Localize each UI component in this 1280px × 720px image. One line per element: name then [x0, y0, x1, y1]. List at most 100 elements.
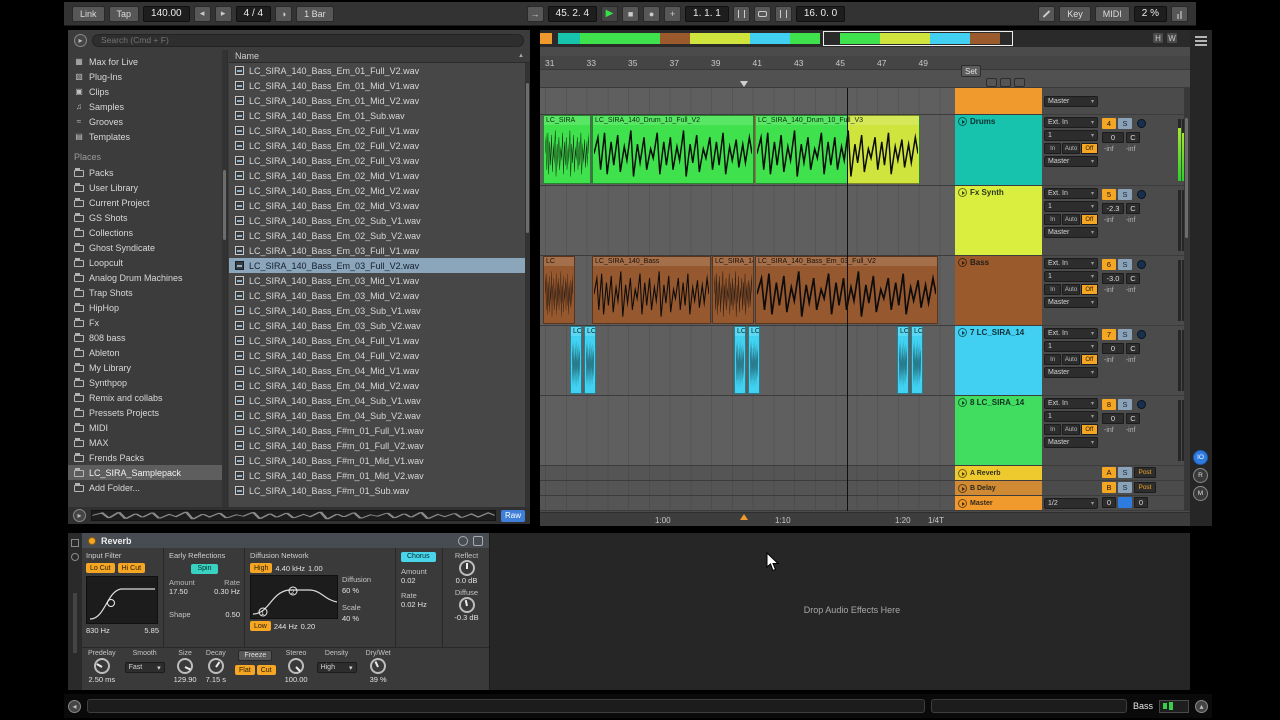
track-header[interactable]: Fx Synth [955, 186, 1042, 255]
tempo-display[interactable]: 140.00 [143, 5, 190, 22]
clip-area[interactable] [540, 396, 955, 465]
place-item[interactable]: My Library [68, 360, 227, 375]
input-filter-display[interactable] [86, 576, 158, 624]
device-title-bar[interactable]: Reverb [82, 533, 489, 548]
pan-field[interactable]: C [1126, 132, 1140, 143]
file-row[interactable]: LC_SIRA_140_Bass_Em_03_Sub_V2.wav [229, 318, 530, 333]
freeze-toggle[interactable]: Freeze [238, 650, 273, 661]
pan-field[interactable]: C [1126, 273, 1140, 284]
pre-post-toggle[interactable]: Post [1134, 482, 1156, 493]
place-item[interactable]: MAX [68, 435, 227, 450]
file-row[interactable]: LC_SIRA_140_Bass_Em_01_Mid_V1.wav [229, 78, 530, 93]
master-output-select[interactable]: 1/2 ▾ [1044, 498, 1098, 509]
output-routing-select[interactable]: Master ▾ [1044, 156, 1098, 167]
track-activator[interactable] [1137, 190, 1146, 199]
filter-freq-field[interactable]: 830 Hz [86, 626, 110, 635]
track-number-badge[interactable]: 4 [1102, 118, 1116, 129]
category-item[interactable]: ▤ Templates [68, 129, 227, 144]
audio-clip[interactable]: LC_SIRA_140_Bass [592, 256, 711, 324]
drywet-value[interactable]: 39 % [370, 675, 387, 684]
place-item[interactable]: GS Shots [68, 210, 227, 225]
file-row[interactable]: LC_SIRA_140_Bass_Em_03_Mid_V2.wav [229, 288, 530, 303]
input-channel-select[interactable]: 1 ▾ [1044, 271, 1098, 282]
input-routing-select[interactable]: Ext. In ▾ [1044, 328, 1098, 339]
pan-field[interactable]: C [1126, 343, 1140, 354]
predelay-knob[interactable] [93, 658, 110, 674]
place-item[interactable]: Packs [68, 165, 227, 180]
save-preset-icon[interactable] [473, 535, 483, 546]
scrub-area[interactable]: Set [540, 65, 1190, 88]
output-routing-select[interactable]: Master ▾ [1044, 437, 1098, 448]
decay-knob[interactable] [207, 658, 224, 674]
clip-area[interactable] [540, 496, 955, 510]
track-header[interactable]: A Reverb [955, 466, 1042, 480]
stop-button[interactable]: ■ [622, 5, 640, 22]
browser-collapse-icon[interactable]: ▸ [74, 33, 87, 47]
file-row[interactable]: LC_SIRA_140_Bass_Em_04_Full_V1.wav [229, 333, 530, 348]
volume-field[interactable]: -2.3 [1102, 203, 1124, 214]
track-number-badge[interactable]: 5 [1102, 189, 1116, 200]
input-routing-select[interactable]: Ext. In ▾ [1044, 258, 1098, 269]
track-header[interactable] [955, 88, 1042, 114]
audio-clip[interactable]: LC_SIRA [543, 115, 591, 184]
file-row[interactable]: LC_SIRA_140_Bass_Em_02_Mid_V1.wav [229, 168, 530, 183]
time-signature-display[interactable]: 4 / 4 [235, 5, 272, 22]
pan-field[interactable]: C [1126, 203, 1140, 214]
punch-in-toggle-icon[interactable] [986, 78, 997, 87]
place-item[interactable]: Current Project [68, 195, 227, 210]
output-routing-select[interactable]: Master ▾ [1044, 297, 1098, 308]
unfold-track-icon[interactable] [958, 483, 967, 493]
device-overview-icon[interactable] [71, 539, 79, 547]
place-item[interactable]: User Library [68, 180, 227, 195]
loop-marker-icon[interactable] [740, 514, 748, 520]
size-value[interactable]: 129.90 [174, 675, 197, 684]
filter-q-field[interactable]: 5.85 [144, 626, 159, 635]
file-row[interactable]: LC_SIRA_140_Bass_F#m_01_Full_V1.wav [229, 423, 530, 438]
input-channel-select[interactable]: 1 ▾ [1044, 341, 1098, 352]
track-header[interactable]: Drums [955, 115, 1042, 185]
place-item[interactable]: HipHop [68, 300, 227, 315]
file-row[interactable]: LC_SIRA_140_Bass_Em_01_Full_V2.wav [229, 63, 530, 78]
solo-button[interactable]: S [1118, 399, 1132, 410]
set-loop-button[interactable]: Set [961, 65, 981, 77]
monitor-switch[interactable]: In Auto Off [1044, 424, 1098, 435]
preview-waveform[interactable] [91, 510, 496, 521]
show-io-toggle[interactable]: IO [1193, 450, 1208, 465]
hide-browser-icon[interactable]: ◂ [68, 699, 81, 713]
clip-area[interactable] [540, 481, 955, 495]
hot-swap-icon[interactable] [458, 535, 468, 546]
search-input[interactable] [92, 33, 524, 47]
file-row[interactable]: LC_SIRA_140_Bass_Em_04_Mid_V1.wav [229, 363, 530, 378]
reflect-value[interactable]: 0.0 dB [448, 576, 485, 585]
master-volume-field[interactable]: 0 [1102, 497, 1116, 508]
clip-area[interactable]: LC LC LC LC LC LC [540, 326, 955, 395]
diffuse-knob[interactable] [458, 597, 475, 613]
hi-cut-toggle[interactable]: Hi Cut [117, 563, 146, 573]
file-row[interactable]: LC_SIRA_140_Bass_Em_04_Sub_V2.wav [229, 408, 530, 423]
monitor-switch[interactable]: In Auto Off [1044, 284, 1098, 295]
unfold-track-icon[interactable] [958, 498, 967, 508]
audio-clip[interactable]: LC [897, 326, 909, 394]
place-item[interactable]: Collections [68, 225, 227, 240]
track-number-badge[interactable]: 7 [1102, 329, 1116, 340]
punch-out-toggle-icon[interactable] [1014, 78, 1025, 87]
sort-arrow-icon[interactable]: ▲ [518, 53, 524, 59]
quantize-menu[interactable]: 1 Bar [296, 5, 334, 22]
decay-value[interactable]: 7.15 s [206, 675, 226, 684]
file-row[interactable]: LC_SIRA_140_Bass_Em_01_Mid_V2.wav [229, 93, 530, 108]
loop-toggle-icon[interactable] [753, 5, 771, 22]
place-item[interactable]: Analog Drum Machines [68, 270, 227, 285]
place-item[interactable]: LC_SIRA_Samplepack [68, 465, 227, 480]
output-routing-select[interactable]: Master ▾ [1044, 367, 1098, 378]
file-row[interactable]: LC_SIRA_140_Bass_Em_02_Full_V3.wav [229, 153, 530, 168]
file-row[interactable]: LC_SIRA_140_Bass_Em_01_Sub.wav [229, 108, 530, 123]
scale-field[interactable]: 40 % [342, 614, 371, 623]
clip-area[interactable] [540, 186, 955, 255]
volume-field[interactable]: 0 [1102, 413, 1124, 424]
input-routing-select[interactable]: Ext. In ▾ [1044, 398, 1098, 409]
file-row[interactable]: LC_SIRA_140_Bass_Em_02_Sub_V2.wav [229, 228, 530, 243]
loop-start-display[interactable]: 1. 1. 1 [685, 5, 729, 22]
audio-clip[interactable]: LC_SIRA_140_E [712, 256, 754, 324]
file-list-scrollbar[interactable] [525, 63, 530, 507]
file-row[interactable]: LC_SIRA_140_Bass_Em_03_Full_V2.wav [229, 258, 530, 273]
